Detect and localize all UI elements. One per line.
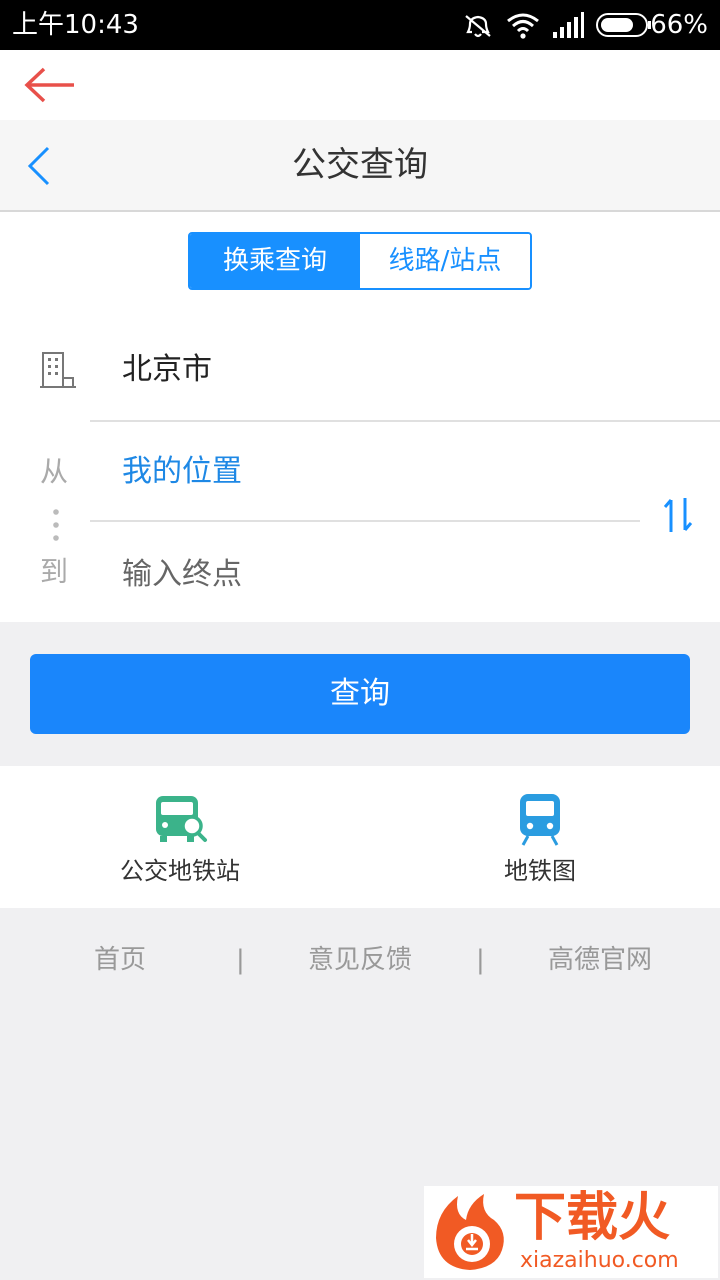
footer-link-amap-website[interactable]: 高德官网	[530, 940, 670, 980]
signal-icon	[553, 12, 584, 38]
battery-icon	[596, 13, 651, 37]
from-location-field[interactable]: 我的位置	[122, 452, 242, 492]
watermark-domain: xiazaihuo.com	[520, 1248, 679, 1273]
arrow-left-icon[interactable]	[24, 66, 76, 104]
subway-icon	[520, 794, 560, 846]
flame-logo-icon	[436, 1194, 504, 1270]
footer-separator: |	[236, 945, 245, 975]
from-label: 从	[40, 455, 69, 488]
quick-link-label: 地铁图	[504, 857, 576, 885]
wifi-icon	[507, 13, 539, 39]
page-header: 公交查询	[0, 120, 720, 212]
status-bar: 上午10:43 66%	[0, 0, 720, 50]
route-search-card: 换乘查询 线路/站点 北京市 从 我的位置 到	[0, 212, 720, 622]
vertical-dots-icon	[53, 509, 59, 541]
status-time: 上午10:43	[12, 10, 139, 40]
footer-link-feedback[interactable]: 意见反馈	[290, 940, 430, 980]
battery-percent: 66%	[650, 10, 708, 40]
watermark: 下载火 xiazaihuo.com	[424, 1186, 718, 1278]
swap-vertical-icon[interactable]	[662, 496, 694, 534]
divider	[90, 420, 720, 422]
tab-line-station[interactable]: 线路/站点	[360, 234, 530, 288]
building-icon	[40, 352, 76, 388]
footer-separator: |	[476, 945, 485, 975]
quick-links: 公交地铁站 地铁图	[0, 766, 720, 908]
footer-link-home[interactable]: 首页	[60, 940, 180, 980]
page-title: 公交查询	[292, 145, 428, 185]
quick-link-label: 公交地铁站	[120, 857, 240, 885]
query-button[interactable]: 查询	[30, 654, 690, 734]
to-label: 到	[40, 555, 69, 588]
divider	[90, 520, 640, 522]
watermark-brand: 下载火	[514, 1188, 671, 1248]
app-top-bar	[0, 50, 720, 120]
mode-toggle: 换乘查询 线路/站点	[188, 232, 532, 290]
city-selector[interactable]: 北京市	[122, 350, 212, 390]
tab-transfer-query[interactable]: 换乘查询	[190, 234, 360, 288]
bus-search-icon	[156, 796, 207, 842]
mute-icon	[465, 15, 491, 38]
quick-link-subway-map[interactable]: 地铁图	[460, 788, 620, 898]
destination-input[interactable]	[122, 552, 622, 596]
quick-link-bus-subway-station[interactable]: 公交地铁站	[100, 788, 260, 898]
